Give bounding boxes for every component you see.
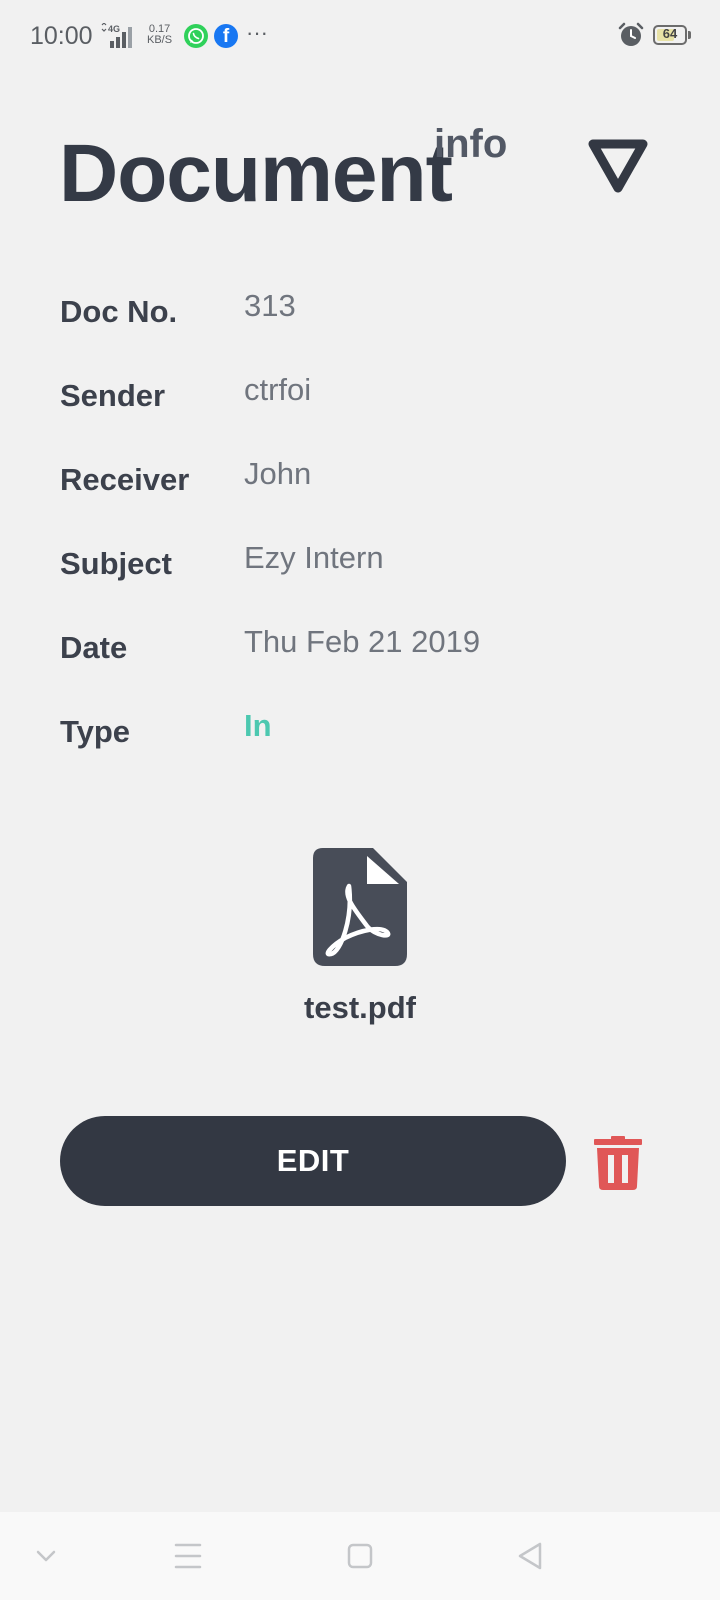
document-info-screen: 10:00 4G 0.17 KB/S f ··· 64 Document inf… xyxy=(0,0,720,1600)
attachment-file-name[interactable]: test.pdf xyxy=(0,990,720,1026)
menu-icon[interactable] xyxy=(164,1532,212,1580)
detail-value: Thu Feb 21 2019 xyxy=(244,624,481,659)
alarm-icon xyxy=(618,22,644,46)
detail-row-receiver: Receiver John xyxy=(60,456,680,500)
back-triangle-icon[interactable] xyxy=(506,1532,554,1580)
signal-icon: 4G xyxy=(101,23,132,48)
page-title-superscript: info xyxy=(434,122,508,166)
network-type: 4G xyxy=(108,24,120,34)
detail-label: Doc No. xyxy=(60,294,178,329)
detail-value: Ezy Intern xyxy=(244,540,384,575)
network-speed: 0.17 KB/S xyxy=(147,24,172,46)
network-speed-unit: KB/S xyxy=(147,34,173,46)
whatsapp-notification-icon xyxy=(184,24,208,48)
detail-row-date: Date Thu Feb 21 2019 xyxy=(60,624,680,668)
home-square-icon[interactable] xyxy=(336,1532,384,1580)
battery-icon: 64 xyxy=(653,25,687,45)
detail-label: Receiver xyxy=(60,462,190,497)
trash-icon[interactable] xyxy=(594,1136,642,1190)
more-notifications-icon: ··· xyxy=(246,20,268,45)
detail-row-doc-no: Doc No. 313 xyxy=(60,288,680,332)
status-time: 10:00 xyxy=(30,22,93,50)
detail-label: Type xyxy=(60,714,131,749)
detail-label: Date xyxy=(60,630,128,665)
edit-button[interactable]: EDIT xyxy=(60,1116,566,1206)
detail-row-type: Type In xyxy=(60,708,680,752)
facebook-notification-icon: f xyxy=(214,24,238,48)
detail-row-sender: Sender ctrfoi xyxy=(60,372,680,416)
status-bar: 10:00 4G 0.17 KB/S f ··· 64 xyxy=(0,0,720,72)
detail-label: Sender xyxy=(60,378,166,413)
detail-row-subject: Subject Ezy Intern xyxy=(60,540,680,584)
detail-value: ctrfoi xyxy=(244,372,312,407)
navigation-bar xyxy=(0,1512,720,1600)
detail-value: John xyxy=(244,456,312,491)
battery-level: 64 xyxy=(662,26,678,41)
type-value: In xyxy=(244,708,272,743)
detail-label: Subject xyxy=(60,546,172,581)
pdf-icon[interactable] xyxy=(313,848,407,966)
chevron-down-icon[interactable] xyxy=(22,1532,70,1580)
page-title: Document xyxy=(59,128,453,219)
collapse-triangle-icon[interactable] xyxy=(585,136,651,198)
detail-value: 313 xyxy=(244,288,296,323)
battery-tip xyxy=(688,31,691,39)
